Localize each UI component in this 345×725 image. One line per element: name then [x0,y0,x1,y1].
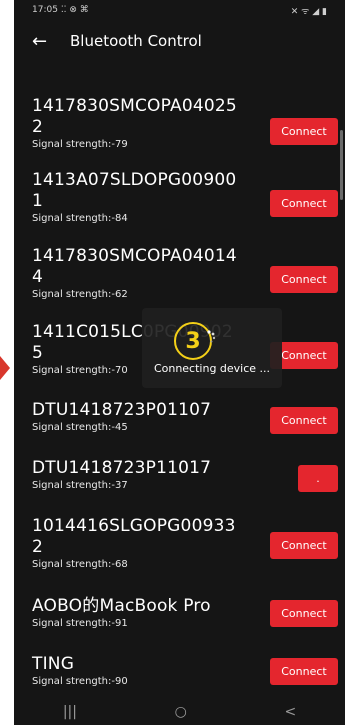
device-name: 1413A07SLDOPG009001 [32,170,237,211]
connect-button[interactable]: Connect [270,600,338,627]
device-row: DTU1418723P01107 Signal strength:-45 Con… [14,400,345,434]
device-name: 1417830SMCOPA040252 [32,96,237,137]
connect-button[interactable]: Connect [270,266,338,293]
recent-apps-button[interactable]: ||| [63,704,77,720]
device-name: 1014416SLGOPG009332 [32,516,236,557]
home-button[interactable]: ○ [175,704,187,720]
back-arrow-icon[interactable]: ← [32,31,60,52]
system-nav-bar: ||| ○ < [14,699,345,725]
scrollbar[interactable] [340,130,343,200]
status-time: 17:05 [32,5,58,15]
connect-button[interactable]: Connect [270,658,338,685]
device-name: DTU1418723P11017 [32,458,212,478]
connect-button[interactable]: Connect [270,407,338,434]
status-notification-icons: ⁚⁚ ⊗ ⌘ [60,5,89,15]
phone-screen: 17:05 ⁚⁚ ⊗ ⌘ ✕ ᯤ ◢ ▮ ← Bluetooth Control… [14,0,345,725]
connecting-message: Connecting device ... [153,362,271,375]
nav-back-button[interactable]: < [284,704,296,720]
device-name: DTU1418723P01107 [32,400,212,420]
app-bar: ← Bluetooth Control [14,20,345,62]
connect-button[interactable]: Connect [270,190,338,217]
connect-button[interactable]: Connect [270,532,338,559]
loading-spinner-icon [207,330,216,343]
device-row: DTU1418723P11017 Signal strength:-37 . [14,458,345,492]
device-name: TING [32,654,75,674]
device-row: TING Signal strength:-90 Connect [14,654,345,687]
connecting-dialog: 3 Connecting device ... [142,308,282,388]
connect-button[interactable]: . [298,465,338,492]
device-name: 1417830SMCOPA040144 [32,246,237,287]
signal-strength: Signal strength:-68 [32,559,128,570]
device-row: AOBO的MacBook Pro Signal strength:-91 Con… [14,596,345,629]
device-row: 1417830SMCOPA040144 Signal strength:-62 … [14,246,345,300]
connect-button[interactable]: Connect [270,118,338,145]
device-row: 1413A07SLDOPG009001 Signal strength:-84 … [14,170,345,224]
status-left: 17:05 ⁚⁚ ⊗ ⌘ [32,5,89,15]
device-row: 1417830SMCOPA040252 Signal strength:-79 … [14,96,345,150]
step-pointer-arrow [0,356,10,380]
device-row: 1014416SLGOPG009332 Signal strength:-68 … [14,516,345,570]
status-bar: 17:05 ⁚⁚ ⊗ ⌘ ✕ ᯤ ◢ ▮ [14,0,345,20]
status-system-icons: ✕ ᯤ ◢ ▮ [290,6,327,17]
device-name: AOBO的MacBook Pro [32,596,211,616]
page-title: Bluetooth Control [70,32,202,50]
